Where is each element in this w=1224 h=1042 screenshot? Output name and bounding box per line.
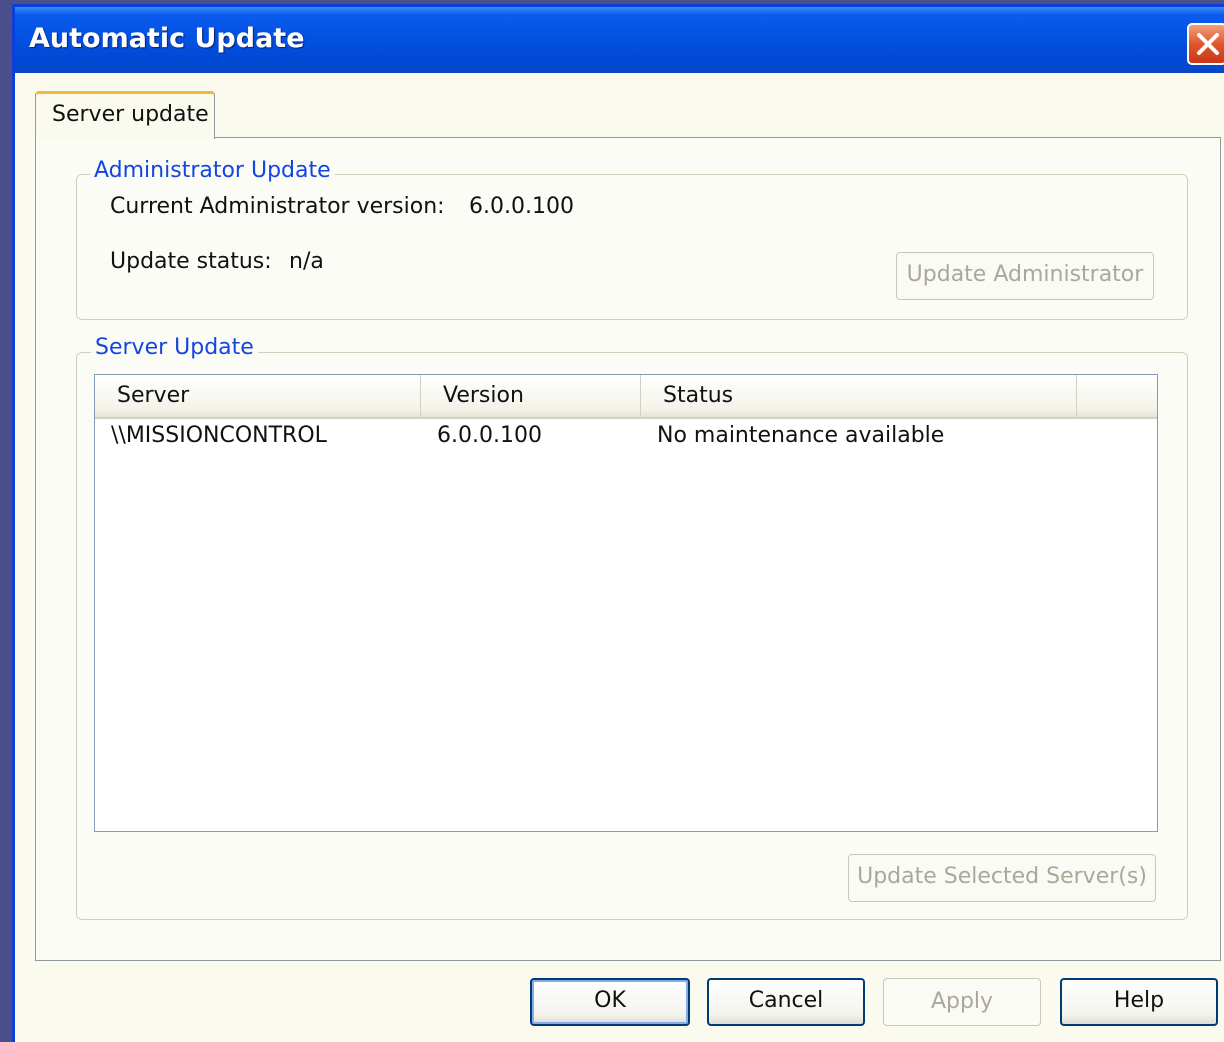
apply-button[interactable]: Apply	[883, 978, 1041, 1026]
title-bar[interactable]: Automatic Update	[15, 7, 1224, 73]
update-status-value: n/a	[289, 249, 324, 274]
window-title: Automatic Update	[29, 23, 305, 54]
update-selected-servers-button[interactable]: Update Selected Server(s)	[848, 854, 1156, 902]
column-header-status[interactable]: Status	[641, 375, 1077, 417]
server-list[interactable]: Server Version Status \\MISSIONCONTROL 6…	[94, 374, 1158, 832]
help-button[interactable]: Help	[1060, 978, 1218, 1026]
tab-panel-server-update: Administrator Update Current Administrat…	[35, 137, 1221, 961]
close-icon	[1197, 33, 1219, 55]
column-header-version[interactable]: Version	[421, 375, 641, 417]
update-administrator-label: Update Administrator	[906, 262, 1144, 287]
ok-button[interactable]: OK	[530, 978, 690, 1026]
server-update-legend: Server Update	[91, 335, 258, 360]
column-header-label: Server	[117, 383, 190, 408]
admin-update-legend: Administrator Update	[90, 158, 335, 183]
help-label: Help	[1113, 988, 1165, 1013]
table-row[interactable]: \\MISSIONCONTROL 6.0.0.100 No maintenanc…	[95, 419, 1157, 455]
close-button[interactable]	[1187, 23, 1224, 65]
server-list-header: Server Version Status	[95, 375, 1157, 419]
tab-label: Server update	[52, 102, 209, 127]
update-administrator-button[interactable]: Update Administrator	[896, 252, 1154, 300]
dialog-window: Automatic Update Server update Administr…	[12, 4, 1224, 1042]
tab-server-update[interactable]: Server update	[35, 91, 215, 139]
cell-version: 6.0.0.100	[437, 423, 542, 448]
update-status-label: Update status:	[110, 249, 272, 274]
update-selected-servers-label: Update Selected Server(s)	[857, 864, 1147, 889]
admin-version-value: 6.0.0.100	[469, 194, 574, 219]
admin-version-label: Current Administrator version:	[110, 194, 445, 219]
ok-label: OK	[594, 988, 626, 1013]
cell-status: No maintenance available	[657, 423, 945, 448]
cancel-button[interactable]: Cancel	[707, 978, 865, 1026]
column-header-label: Status	[663, 383, 734, 408]
column-header-label: Version	[443, 383, 524, 408]
column-header-server[interactable]: Server	[95, 375, 421, 417]
cell-server: \\MISSIONCONTROL	[111, 423, 327, 448]
cancel-label: Cancel	[748, 988, 824, 1013]
apply-label: Apply	[930, 989, 994, 1014]
